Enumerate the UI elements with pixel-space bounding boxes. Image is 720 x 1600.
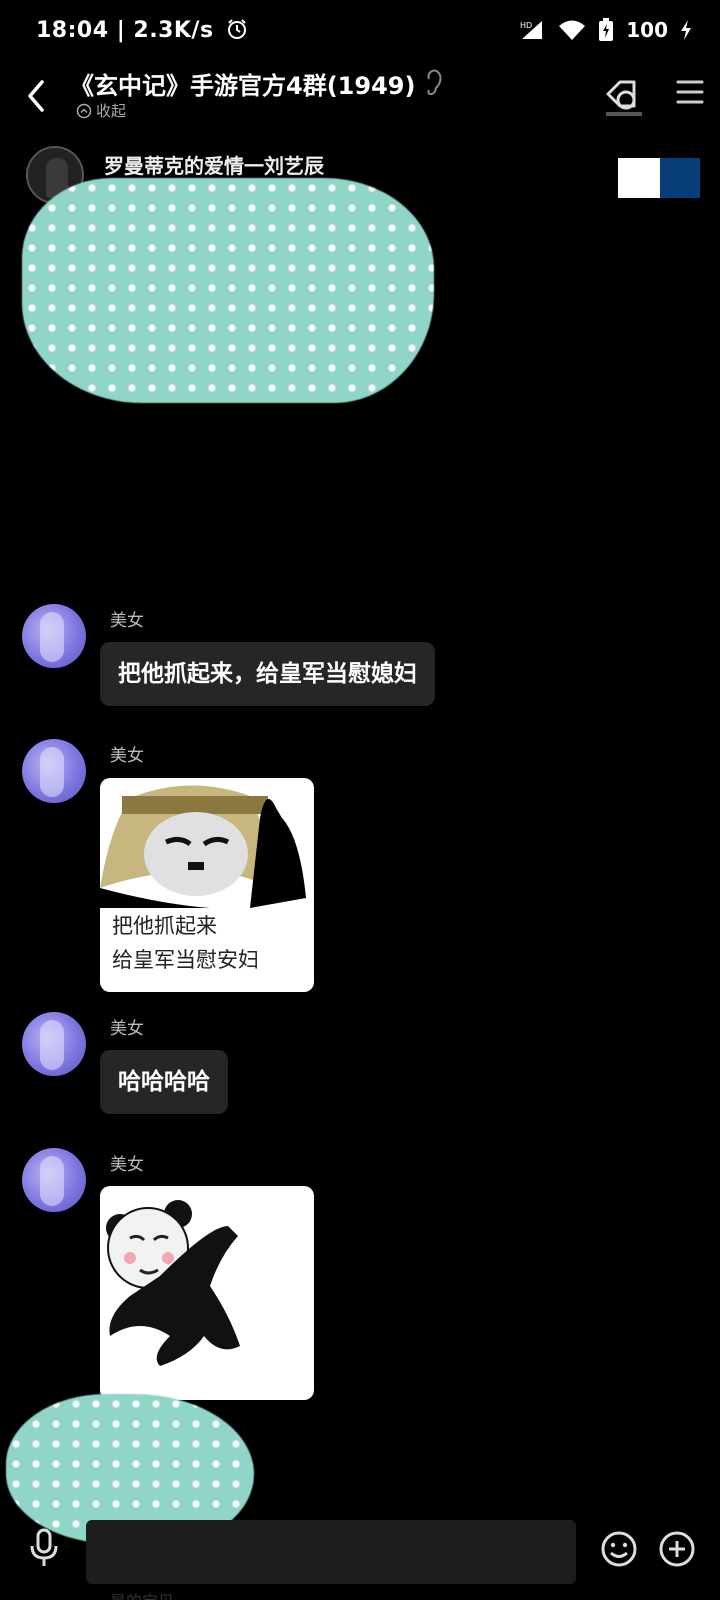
sender-name: 美女 — [110, 1019, 144, 1039]
collapse-label: 收起 — [96, 102, 127, 120]
battery-level: 100 — [626, 18, 668, 42]
sender-avatar[interactable] — [22, 1012, 86, 1076]
status-bar: 18:04 | 2.3K/s HD 100 — [0, 0, 720, 64]
back-arrow-icon[interactable] — [22, 76, 50, 116]
collapse-toggle[interactable]: 收起 — [76, 100, 126, 121]
group-title[interactable]: 《玄中记》手游官方4群(1949) — [70, 66, 415, 101]
dancing-panda-sticker — [106, 1200, 240, 1366]
message-bubble[interactable]: 把他抓起来，给皇军当慰媳妇 — [100, 642, 435, 706]
wifi-icon — [559, 20, 586, 40]
pinned-sender-name: 罗曼蒂克的爱情一刘艺辰 — [104, 154, 324, 178]
plus-icon[interactable] — [658, 1530, 696, 1568]
chat-header: 《玄中记》手游官方4群(1949) 收起 — [0, 64, 720, 134]
sender-name: 美女 — [110, 611, 144, 631]
microphone-icon[interactable] — [28, 1528, 60, 1568]
charging-icon — [681, 20, 691, 40]
sticker-caption-line2: 给皇军当慰安妇 — [112, 948, 259, 972]
censored-area — [22, 178, 434, 403]
sender-avatar[interactable] — [22, 739, 86, 803]
network-speed: | 2.3K/s — [116, 18, 214, 43]
input-bar: 是的宝贝 — [0, 1508, 720, 1600]
ear-icon[interactable] — [424, 68, 444, 96]
status-right: HD 100 — [520, 18, 692, 42]
signal-icon: HD — [520, 21, 543, 39]
status-time: 18:04 — [36, 18, 109, 43]
sender-name: 美女 — [110, 746, 144, 766]
sticker-caption-line1: 把他抓起来 — [112, 914, 217, 938]
menu-icon[interactable] — [676, 78, 704, 106]
sticker-image-2[interactable]: 把他抓起来 给皇军当慰安妇 — [100, 778, 314, 992]
sender-name: 美女 — [110, 1155, 144, 1175]
sticker-image-3[interactable] — [100, 1186, 314, 1400]
emoji-icon[interactable] — [600, 1530, 638, 1568]
voice-call-icon[interactable] — [604, 76, 644, 120]
flag-image — [618, 158, 700, 198]
svg-text:HD: HD — [520, 21, 532, 30]
message-bubble[interactable]: 哈哈哈哈 — [100, 1050, 228, 1114]
alarm-icon — [227, 19, 246, 39]
battery-icon — [599, 18, 614, 41]
chevron-up-circle-icon — [76, 103, 92, 118]
sender-avatar[interactable] — [22, 604, 86, 668]
message-input[interactable] — [86, 1520, 576, 1584]
sender-avatar[interactable] — [22, 1148, 86, 1212]
soldier-panda-sticker — [100, 785, 306, 908]
input-hint: 是的宝贝 — [110, 1588, 174, 1600]
status-left: 18:04 | 2.3K/s — [36, 18, 248, 43]
